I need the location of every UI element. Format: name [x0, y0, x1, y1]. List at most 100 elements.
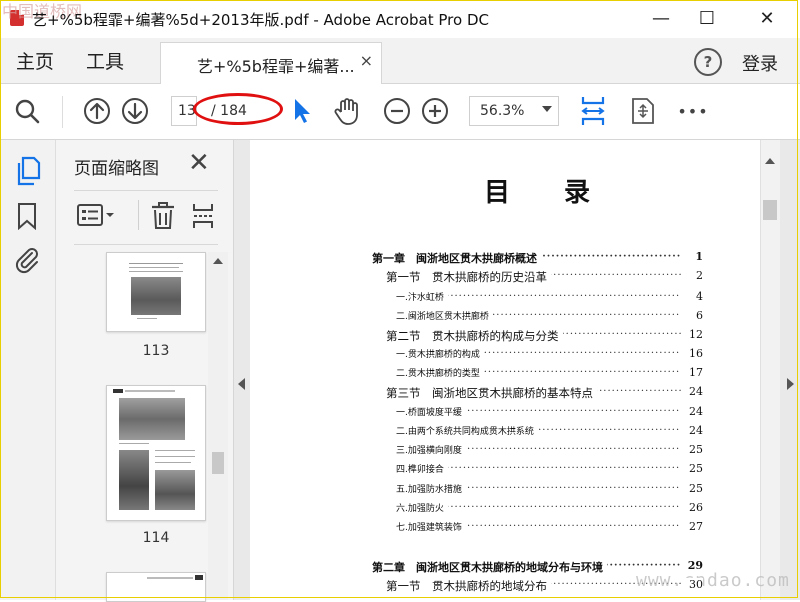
arrow-up-circle-icon — [84, 98, 110, 124]
more-tools-button[interactable]: ••• — [676, 94, 710, 128]
document-scroll-handle[interactable] — [763, 200, 777, 220]
toc-entry-page: 1 — [683, 250, 703, 263]
search-button[interactable] — [10, 94, 44, 128]
hand-icon — [334, 98, 358, 125]
delete-pages-button[interactable] — [150, 202, 176, 234]
toc-entry[interactable]: 第二节 贯木拱廊桥的构成与分类·························… — [386, 328, 703, 344]
right-collapse-strip[interactable] — [780, 140, 800, 600]
toc-entry[interactable]: 一.贯木拱廊桥的构成 ······························… — [396, 347, 703, 363]
toc-entry[interactable]: 四.榫卯接合 ··································… — [396, 462, 703, 478]
document-scrollbar[interactable] — [760, 140, 780, 600]
home-tab[interactable]: 主页 — [16, 47, 54, 74]
toc-entry-title: 第三节 闽浙地区贯木拱廊桥的基本特点 — [386, 385, 597, 401]
maximize-button[interactable]: ☐ — [684, 0, 730, 38]
document-tab[interactable]: 艺+%5b程霏+编著... × — [160, 42, 382, 84]
toc-entry[interactable]: 二.闽浙地区贯木拱廊桥 ·····························… — [396, 309, 703, 325]
toc-entry-title: 二.由两个系统共同构成贯木拱系统 — [396, 424, 538, 437]
document-heading: 目录 — [484, 178, 645, 208]
arrow-down-circle-icon — [122, 98, 148, 124]
zoom-level-select[interactable]: 56.3% — [469, 96, 559, 126]
login-button[interactable]: 登录 — [742, 50, 778, 76]
minus-circle-icon — [384, 98, 410, 124]
collapse-left-icon[interactable] — [238, 378, 245, 390]
scroll-up-icon[interactable] — [765, 158, 775, 164]
toc-entry-page: 25 — [683, 462, 703, 475]
copy-pages-icon — [17, 156, 41, 186]
zoom-out-button[interactable] — [380, 94, 414, 128]
toc-entry[interactable]: 六.加强防火 ··································… — [396, 501, 703, 517]
next-page-button[interactable] — [118, 94, 152, 128]
toc-entry[interactable]: 二.由两个系统共同构成贯木拱系统 ························… — [396, 424, 703, 440]
panel-collapse-strip[interactable] — [234, 140, 250, 600]
thumbnails-scroll-handle[interactable] — [212, 452, 224, 474]
toc-entry-page: 27 — [683, 520, 703, 533]
page-rotate-icon — [632, 98, 654, 124]
document-tab-label: 艺+%5b程霏+编著... — [197, 57, 355, 76]
scroll-up-icon[interactable] — [213, 258, 223, 264]
page-split-icon — [193, 204, 213, 228]
toc-entry-title: 六.加强防火 — [396, 501, 448, 514]
toc-entry-page: 4 — [683, 290, 703, 303]
minimize-button[interactable]: — — [638, 0, 684, 38]
hand-tool-button[interactable] — [330, 94, 364, 128]
options-menu-button[interactable] — [76, 202, 118, 232]
page-thumbnail-114[interactable] — [106, 385, 206, 521]
toc-entry[interactable]: 一.汴水虹桥 ··································… — [396, 290, 703, 306]
toc-entry-title: 二.贯木拱廊桥的类型 — [396, 366, 484, 379]
toc-entry-page: 29 — [683, 559, 703, 572]
fit-width-icon — [581, 97, 605, 125]
zoom-level-value: 56.3% — [480, 103, 525, 119]
toc-entry-title: 七.加强建筑装饰 — [396, 520, 466, 533]
thumbnail-label-114: 114 — [142, 530, 170, 546]
toc-entry-page: 25 — [683, 443, 703, 456]
help-button[interactable]: ? — [694, 48, 722, 76]
list-options-icon — [77, 204, 114, 226]
close-window-button[interactable]: ✕ — [744, 0, 790, 38]
page-thumbnail-115[interactable] — [106, 572, 206, 602]
window-title: 艺+%5b程霏+编著%5d+2013年版.pdf - Adobe Acrobat… — [32, 11, 489, 29]
bookmarks-button[interactable] — [16, 202, 38, 234]
select-tool-button[interactable] — [284, 94, 318, 128]
page-thumbnail-113[interactable] — [106, 252, 206, 332]
toc-entry[interactable]: 五.加强防水措施 ································… — [396, 482, 703, 498]
toc-entry-page: 24 — [683, 405, 703, 418]
toc-entry[interactable]: 第三节 闽浙地区贯木拱廊桥的基本特点······················… — [386, 385, 703, 401]
toc-entry-page: 17 — [683, 366, 703, 379]
toc-entry[interactable]: 三.加强横向刚度 ································… — [396, 443, 703, 459]
toc-entry[interactable]: 第一章 闽浙地区贯木拱廊桥概述·························… — [372, 250, 703, 266]
attachments-button[interactable] — [13, 244, 41, 278]
zoom-in-button[interactable] — [418, 94, 452, 128]
previous-page-button[interactable] — [80, 94, 114, 128]
toc-entry[interactable]: 七.加强建筑装饰 ································… — [396, 520, 703, 536]
toc-entry-page: 26 — [683, 501, 703, 514]
toc-entry-title: 一.桥面坡度平缓 — [396, 405, 466, 418]
rotate-view-button[interactable] — [626, 94, 660, 128]
toc-entry-title: 第一节 贯木拱廊桥的历史沿革 — [386, 269, 551, 285]
highlight-annotation — [193, 93, 283, 125]
toc-entry-title: 五.加强防水措施 — [396, 482, 466, 495]
toc-entry-page: 6 — [683, 309, 703, 322]
document-tab-close-button[interactable]: × — [360, 51, 373, 70]
toc-entry-title: 一.贯木拱廊桥的构成 — [396, 347, 484, 360]
close-panel-button[interactable]: ✕ — [188, 148, 210, 178]
toc-entry-page: 24 — [683, 424, 703, 437]
menu-bar: 主页 工具 艺+%5b程霏+编著... × ? 登录 — [0, 38, 800, 84]
toc-entry[interactable]: 二.贯木拱廊桥的类型 ······························… — [396, 366, 703, 382]
toc-entry[interactable]: 一.桥面坡度平缓 ································… — [396, 405, 703, 421]
trash-icon — [152, 202, 174, 229]
cursor-arrow-icon — [295, 99, 310, 123]
toc-entry[interactable]: 第一节 贯木拱廊桥的历史沿革··························… — [386, 269, 703, 285]
extract-pages-button[interactable] — [190, 202, 216, 234]
toc-entry-title: 一.汴水虹桥 — [396, 290, 448, 303]
title-bar: 中国道桥网 艺+%5b程霏+编著%5d+2013年版.pdf - Adobe A… — [0, 0, 800, 38]
paperclip-icon — [15, 248, 38, 274]
plus-circle-icon — [422, 98, 448, 124]
toc-entry-page: 25 — [683, 482, 703, 495]
toc-entry-page: 30 — [683, 578, 703, 591]
fit-page-button[interactable] — [576, 94, 610, 128]
thumbnails-scrollbar[interactable] — [208, 252, 228, 600]
page-thumbnails-button[interactable] — [14, 156, 42, 190]
toc-entry-title: 第一章 闽浙地区贯木拱廊桥概述 — [372, 250, 541, 266]
expand-right-icon[interactable] — [787, 378, 794, 390]
tools-tab[interactable]: 工具 — [86, 47, 124, 74]
